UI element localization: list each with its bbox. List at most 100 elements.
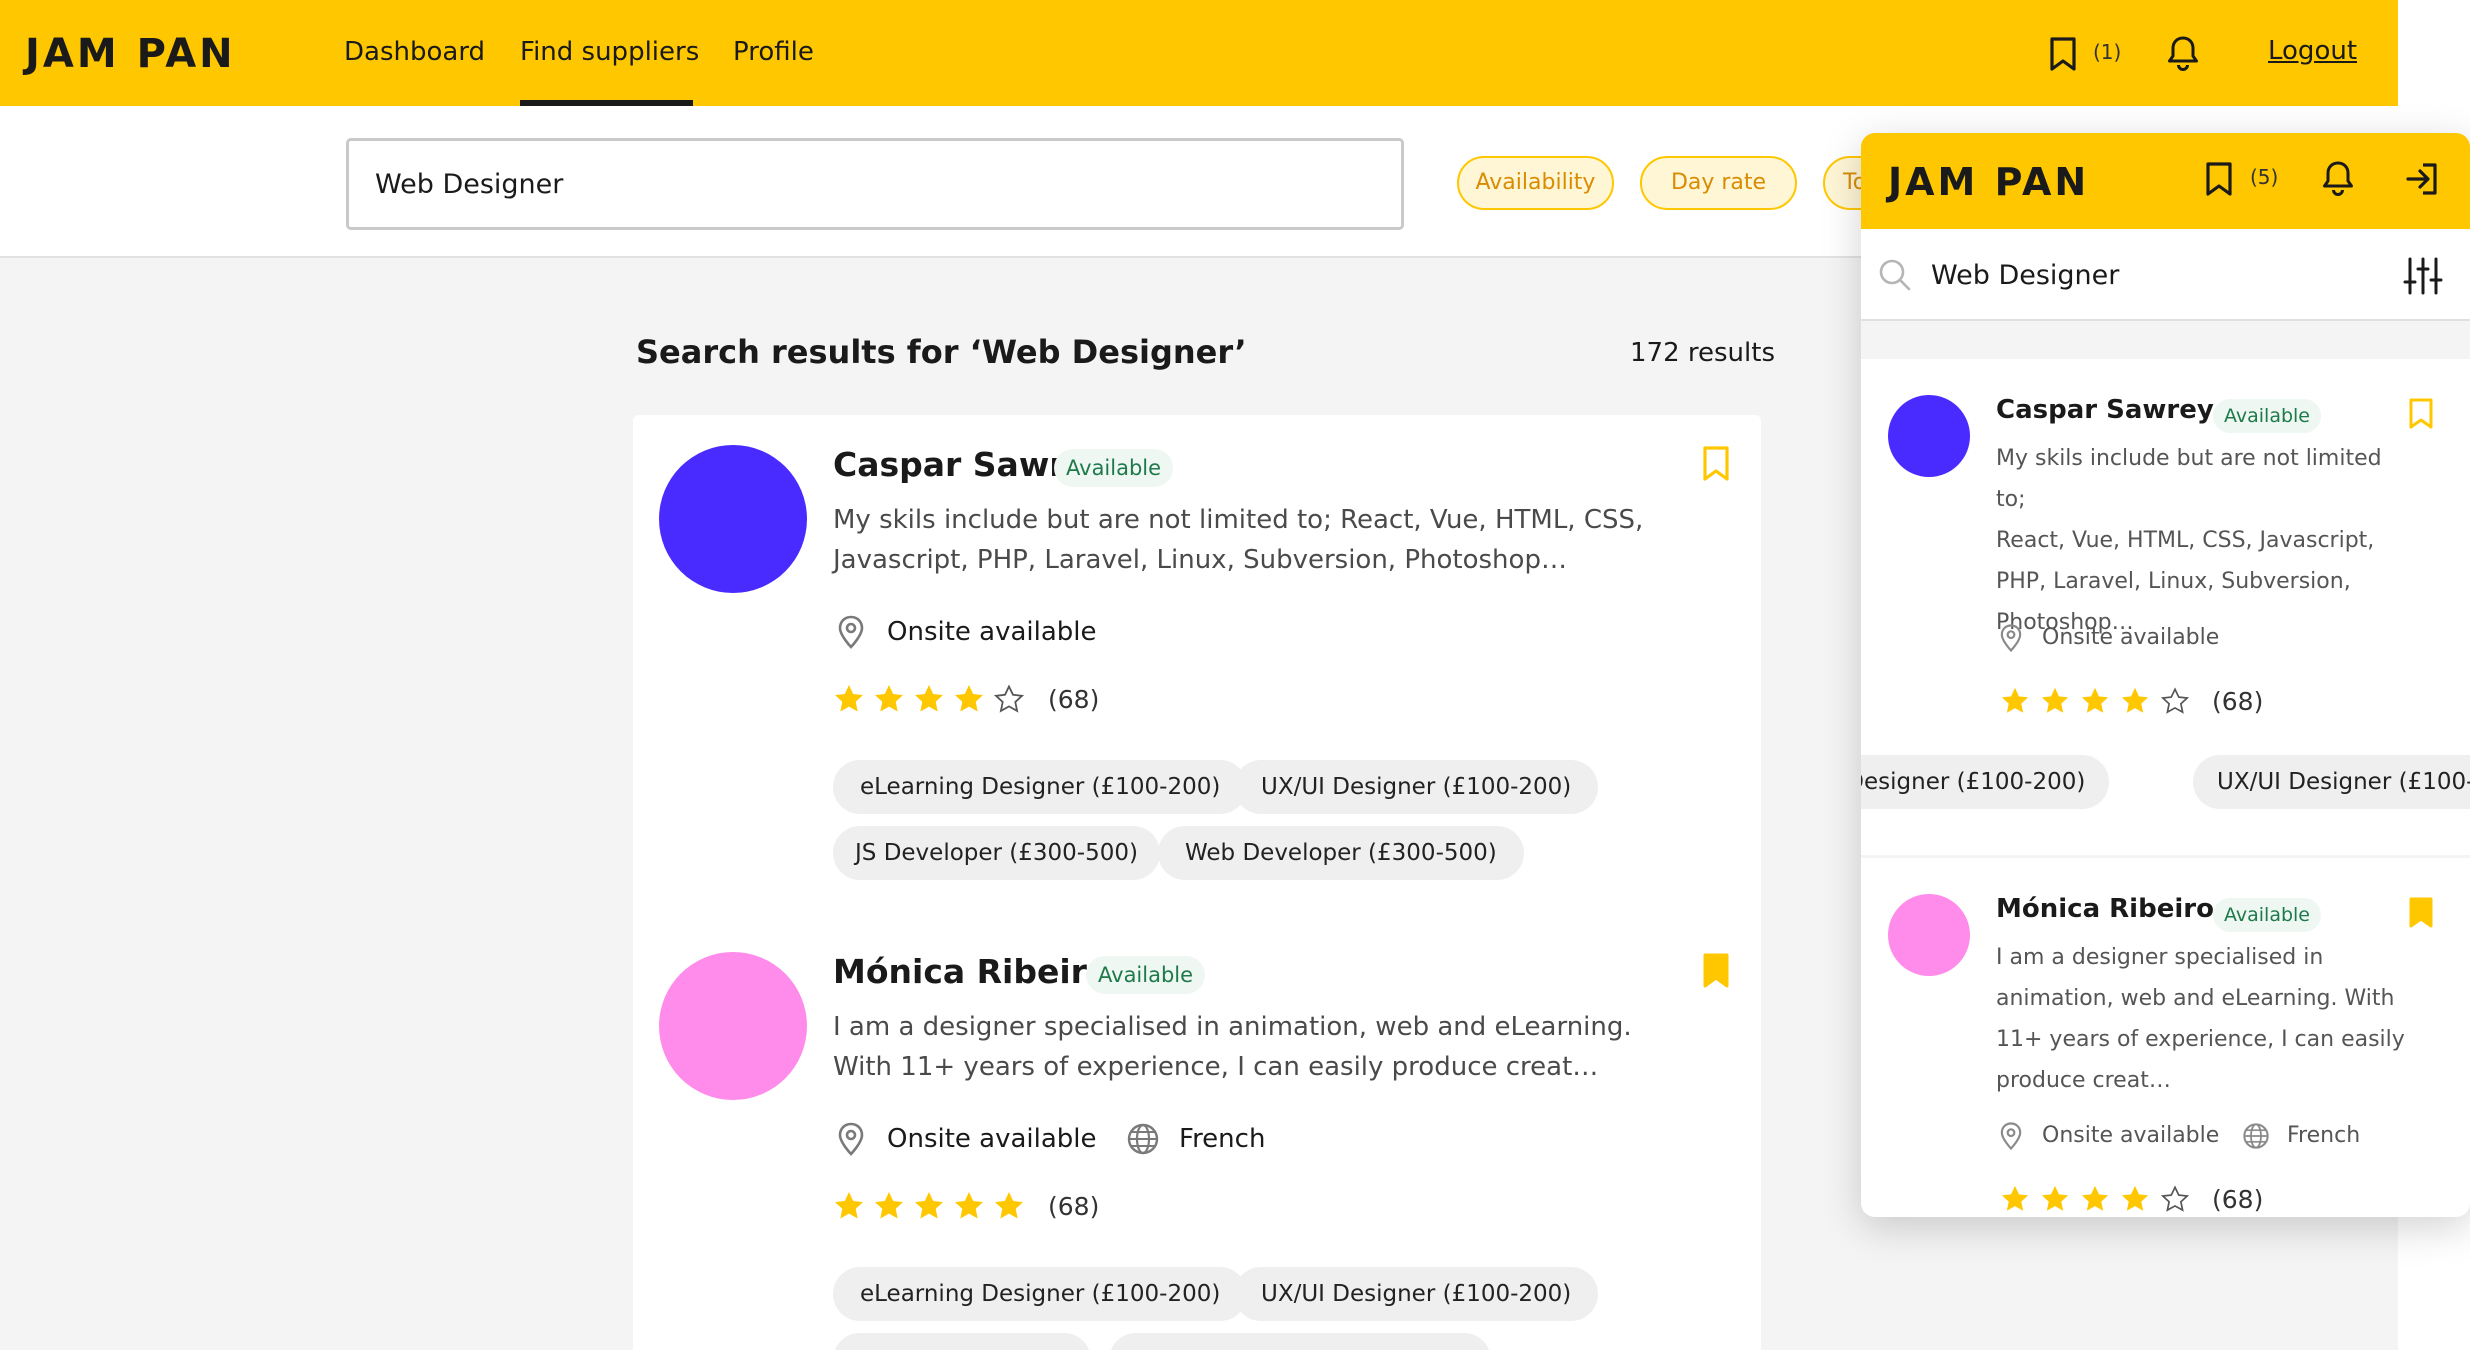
avatar[interactable] [659,445,807,593]
mobile-view: JAM PAN (5) Caspar Sawrey Available My s… [1861,133,2470,1217]
status-badge: Available [1086,956,1206,994]
avatar[interactable] [659,952,807,1100]
rating-count: (68) [2212,687,2264,716]
location-text: Onsite available [887,1124,1097,1154]
nav-dashboard[interactable]: Dashboard [344,34,485,70]
bookmark-filled-icon[interactable] [1700,952,1732,990]
meta-row: Onsite available French [833,1119,1433,1159]
mobile-navbar: JAM PAN (5) [1861,133,2470,229]
star-filled-icon [835,685,863,712]
description-line: 11+ years of experience, I can easily [1996,1027,2405,1052]
star-filled-icon [835,1192,863,1219]
location-text: Onsite available [887,617,1097,647]
description-line: My skils include but are not limited to; [1996,446,2382,512]
skill-tag[interactable]: Web Developer (£300-500) [1158,826,1524,880]
star-filled-icon [2081,687,2109,713]
status-badge: Available [1054,449,1174,487]
skill-tag[interactable]: eLearning Designer (£100-200) [833,760,1248,814]
bookmark-count: (1) [2093,40,2122,64]
star-filled-icon [2001,687,2029,713]
search-icon [1877,257,1913,293]
skill-tag-partial[interactable] [833,1333,1091,1350]
meta-row: Onsite available French [1996,1119,2436,1153]
bookmark-count: (5) [2250,165,2279,189]
location-pin-icon [838,1122,864,1156]
language-text: French [1179,1124,1266,1154]
bell-icon[interactable] [2321,159,2355,197]
language-text: French [2287,1123,2361,1148]
skill-tag[interactable]: UX/UI Designer (£100-200) [1234,760,1599,814]
star-empty-icon [993,684,1025,713]
description-line: React, Vue, HTML, CSS, Javascript, [1996,528,2375,553]
filter-sliders-icon[interactable] [2402,255,2444,297]
star-filled-icon [2041,1185,2069,1211]
star-filled-icon [915,1192,943,1219]
star-filled-icon [995,1192,1023,1219]
mobile-result-item[interactable]: Mónica Ribeiro Available I am a designer… [1861,858,2470,1217]
rating-count: (68) [2212,1185,2264,1214]
status-badge: Available [2213,399,2322,433]
description-line: animation, web and eLearning. With [1996,986,2395,1011]
logout-link[interactable]: Logout [2268,36,2357,66]
star-filled-icon [2081,1185,2109,1211]
search-input[interactable] [346,138,1404,230]
supplier-description: I am a designer specialised in animation… [1996,937,2416,1101]
bookmark-icon[interactable] [2048,36,2078,72]
avatar[interactable] [1888,894,1970,976]
skill-tag[interactable]: JS Developer (£300-500) [833,826,1160,880]
skill-tag[interactable]: UX/UI Designer (£100-200) [1234,1267,1599,1321]
star-filled-icon [875,1192,903,1219]
bookmark-outline-icon[interactable] [1700,445,1732,483]
avatar[interactable] [1888,395,1970,477]
star-empty-icon [2160,1185,2190,1212]
result-item[interactable]: Caspar Sawrey Available My skils include… [633,415,1761,895]
mobile-search-bar [1861,229,2470,321]
result-item[interactable]: Mónica Ribeiro Available I am a designer… [633,922,1761,1350]
filter-availability[interactable]: Availability [1457,156,1614,210]
supplier-description: I am a designer specialised in animation… [833,1012,1632,1082]
star-filled-icon [955,685,983,712]
supplier-name[interactable]: Caspar Sawrey [1996,395,2214,425]
status-badge: Available [2213,898,2322,932]
logo[interactable]: JAM PAN [1888,159,2089,205]
skill-tag[interactable]: UX/UI Designer (£100-200) [2193,755,2470,809]
globe-icon [2243,1123,2269,1149]
logo[interactable]: JAM PAN [25,31,236,77]
star-empty-icon [2160,687,2190,714]
location-text: Onsite available [2042,1123,2220,1148]
top-navbar: JAM PAN Dashboard Find suppliers Profile… [0,0,2398,106]
mobile-result-item[interactable]: Caspar Sawrey Available My skils include… [1861,359,2470,855]
filter-day-rate[interactable]: Day rate [1640,156,1797,210]
star-filled-icon [2041,687,2069,713]
supplier-description: My skils include but are not limited to;… [833,505,1644,575]
skill-tag[interactable]: eLearning Designer (£100-200) [1861,755,2110,809]
description-line: I am a designer specialised in [1996,945,2324,970]
skill-tag-partial[interactable] [1109,1333,1491,1350]
star-filled-icon [2121,1185,2149,1211]
location-pin-icon [838,615,864,649]
globe-icon [1127,1123,1159,1155]
star-filled-icon [2001,1185,2029,1211]
skill-tag[interactable]: eLearning Designer (£100-200) [833,1267,1248,1321]
supplier-name[interactable]: Mónica Ribeiro [833,952,1110,991]
bookmark-filled-icon[interactable] [2407,896,2435,930]
star-filled-icon [915,685,943,712]
bookmark-icon[interactable] [2204,161,2234,197]
logout-icon[interactable] [2403,160,2441,198]
location-pin-icon [2000,1122,2022,1151]
nav-find-suppliers[interactable]: Find suppliers [520,34,699,70]
rating-count: (68) [1048,685,1100,714]
supplier-name[interactable]: Mónica Ribeiro [1996,894,2214,924]
star-filled-icon [875,685,903,712]
star-filled-icon [955,1192,983,1219]
description-line: PHP, Laravel, Linux, Subversion, [1996,569,2351,594]
description-line: produce creat… [1996,1068,2171,1093]
bookmark-outline-icon[interactable] [2407,397,2435,431]
search-input[interactable] [1931,249,2361,301]
results-list: Caspar Sawrey Available My skils include… [633,415,1761,1350]
results-count: 172 results [1630,338,1775,368]
bell-icon[interactable] [2166,34,2200,72]
supplier-description: My skils include but are not limited to;… [1996,438,2416,643]
nav-profile[interactable]: Profile [733,34,814,70]
star-filled-icon [2121,687,2149,713]
